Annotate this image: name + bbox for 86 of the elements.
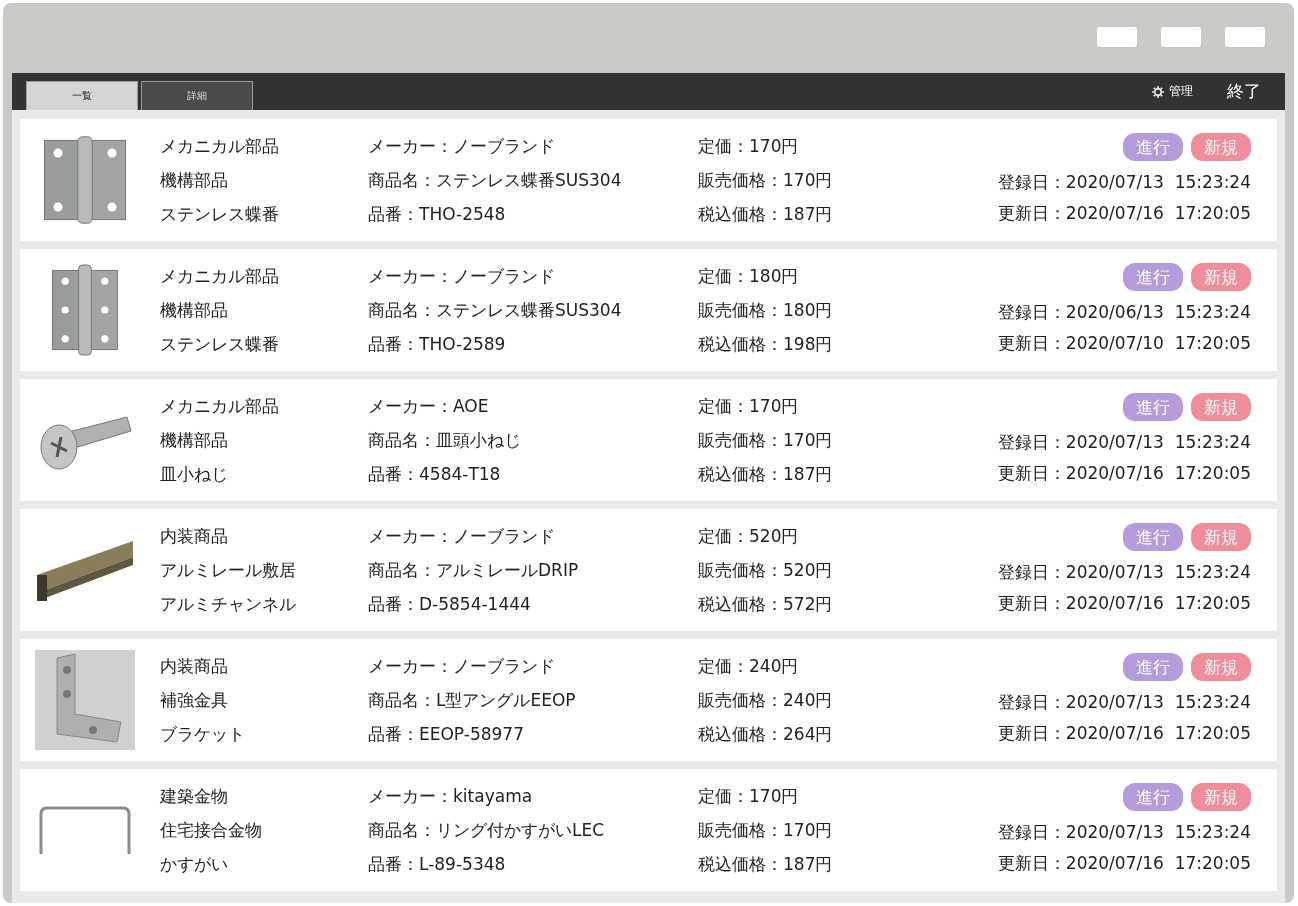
- field-text: メカニカル部品: [160, 135, 280, 158]
- field-text: 販売価格：170円: [698, 169, 834, 192]
- field-text: 定価：170円: [698, 785, 800, 808]
- field-text: 商品名：L型アングルEEOP: [368, 689, 577, 712]
- field-text: 品番：L-89-5348: [368, 853, 507, 876]
- field-text: 定価：170円: [698, 395, 800, 418]
- field-text: ステンレス蝶番: [160, 203, 280, 226]
- field-text: ステンレス蝶番: [160, 333, 280, 356]
- field-text: メーカー：ノーブランド: [368, 135, 556, 158]
- status-badge: 新規: [1191, 523, 1251, 551]
- field-text: メーカー：ノーブランド: [368, 655, 556, 678]
- exit-button[interactable]: 終了: [1227, 80, 1261, 103]
- date-text: 更新日：2020/07/16 17:20:05: [997, 722, 1251, 745]
- field-text: アルミチャンネル: [160, 593, 297, 616]
- field-text: メーカー：ノーブランド: [368, 265, 556, 288]
- field-text: 品番：EEOP-58977: [368, 723, 525, 746]
- field-text: 品番：THO-2589: [368, 333, 507, 356]
- field-text: 商品名：ステンレス蝶番SUS304: [368, 169, 623, 192]
- field-text: アルミレール敷居: [160, 559, 297, 582]
- date-text: 更新日：2020/07/16 17:20:05: [997, 202, 1251, 225]
- field-text: 定価：170円: [698, 135, 800, 158]
- field-text: 販売価格：180円: [698, 299, 834, 322]
- date-text: 登録日：2020/07/13 15:23:24: [997, 171, 1251, 194]
- window-control-button[interactable]: [1161, 27, 1201, 47]
- status-badge: 新規: [1191, 783, 1251, 811]
- field-text: メカニカル部品: [160, 265, 280, 288]
- field-text: 皿小ねじ: [160, 463, 229, 486]
- status-badge: 新規: [1191, 653, 1251, 681]
- field-text: 機構部品: [160, 169, 229, 192]
- date-text: 登録日：2020/07/13 15:23:24: [997, 691, 1251, 714]
- field-text: 販売価格：170円: [698, 429, 834, 452]
- field-text: 内装商品: [160, 525, 229, 548]
- field-text: 品番：D-5854-1444: [368, 593, 532, 616]
- field-text: 内装商品: [160, 655, 229, 678]
- date-text: 更新日：2020/07/16 17:20:05: [997, 592, 1251, 615]
- status-badge: 進行: [1123, 133, 1183, 161]
- gear-icon: [1151, 84, 1165, 99]
- field-text: 販売価格：520円: [698, 559, 834, 582]
- date-text: 更新日：2020/07/16 17:20:05: [997, 462, 1251, 485]
- field-text: 補強金具: [160, 689, 229, 712]
- field-text: かすがい: [160, 853, 229, 876]
- field-text: 販売価格：240円: [698, 689, 834, 712]
- window-control-button[interactable]: [1225, 27, 1265, 47]
- field-text: 税込価格：572円: [698, 593, 834, 616]
- field-text: 税込価格：187円: [698, 463, 834, 486]
- date-text: 更新日：2020/07/16 17:20:05: [997, 852, 1251, 875]
- field-text: メーカー：AOE: [368, 395, 490, 418]
- field-text: 定価：240円: [698, 655, 800, 678]
- settings-button[interactable]: 管理: [1151, 83, 1193, 100]
- field-text: 税込価格：187円: [698, 203, 834, 226]
- status-badge: 進行: [1123, 653, 1183, 681]
- tab[interactable]: 詳細: [141, 81, 253, 110]
- status-badge: 新規: [1191, 133, 1251, 161]
- field-text: ブラケット: [160, 723, 246, 746]
- field-text: 商品名：皿頭小ねじ: [368, 429, 522, 452]
- status-badge: 新規: [1191, 263, 1251, 291]
- status-badge: 進行: [1123, 783, 1183, 811]
- date-text: 登録日：2020/07/13 15:23:24: [997, 431, 1251, 454]
- field-text: 税込価格：198円: [698, 333, 834, 356]
- field-text: 商品名：ステンレス蝶番SUS304: [368, 299, 623, 322]
- status-badge: 進行: [1123, 523, 1183, 551]
- status-badge: 新規: [1191, 393, 1251, 421]
- field-text: 機構部品: [160, 429, 229, 452]
- field-text: メーカー：kitayama: [368, 785, 534, 808]
- field-text: 商品名：リング付かすがいLEC: [368, 819, 606, 842]
- field-text: 住宅接合金物: [160, 819, 263, 842]
- field-text: メカニカル部品: [160, 395, 280, 418]
- field-text: 品番：4584-T18: [368, 463, 502, 486]
- field-text: 定価：520円: [698, 525, 800, 548]
- field-text: 商品名：アルミレールDRIP: [368, 559, 580, 582]
- field-text: 建築金物: [160, 785, 229, 808]
- status-badge: 進行: [1123, 393, 1183, 421]
- status-badge: 進行: [1123, 263, 1183, 291]
- date-text: 登録日：2020/07/13 15:23:24: [997, 561, 1251, 584]
- field-text: 品番：THO-2548: [368, 203, 507, 226]
- window-control-button[interactable]: [1097, 27, 1137, 47]
- field-text: 定価：180円: [698, 265, 800, 288]
- date-text: 登録日：2020/06/13 15:23:24: [997, 301, 1251, 324]
- field-text: 税込価格：187円: [698, 853, 834, 876]
- field-text: メーカー：ノーブランド: [368, 525, 556, 548]
- date-text: 登録日：2020/07/13 15:23:24: [997, 821, 1251, 844]
- field-text: 税込価格：264円: [698, 723, 834, 746]
- field-text: 機構部品: [160, 299, 229, 322]
- tab[interactable]: 一覧: [26, 81, 138, 110]
- field-text: 販売価格：170円: [698, 819, 834, 842]
- date-text: 更新日：2020/07/10 17:20:05: [997, 332, 1251, 355]
